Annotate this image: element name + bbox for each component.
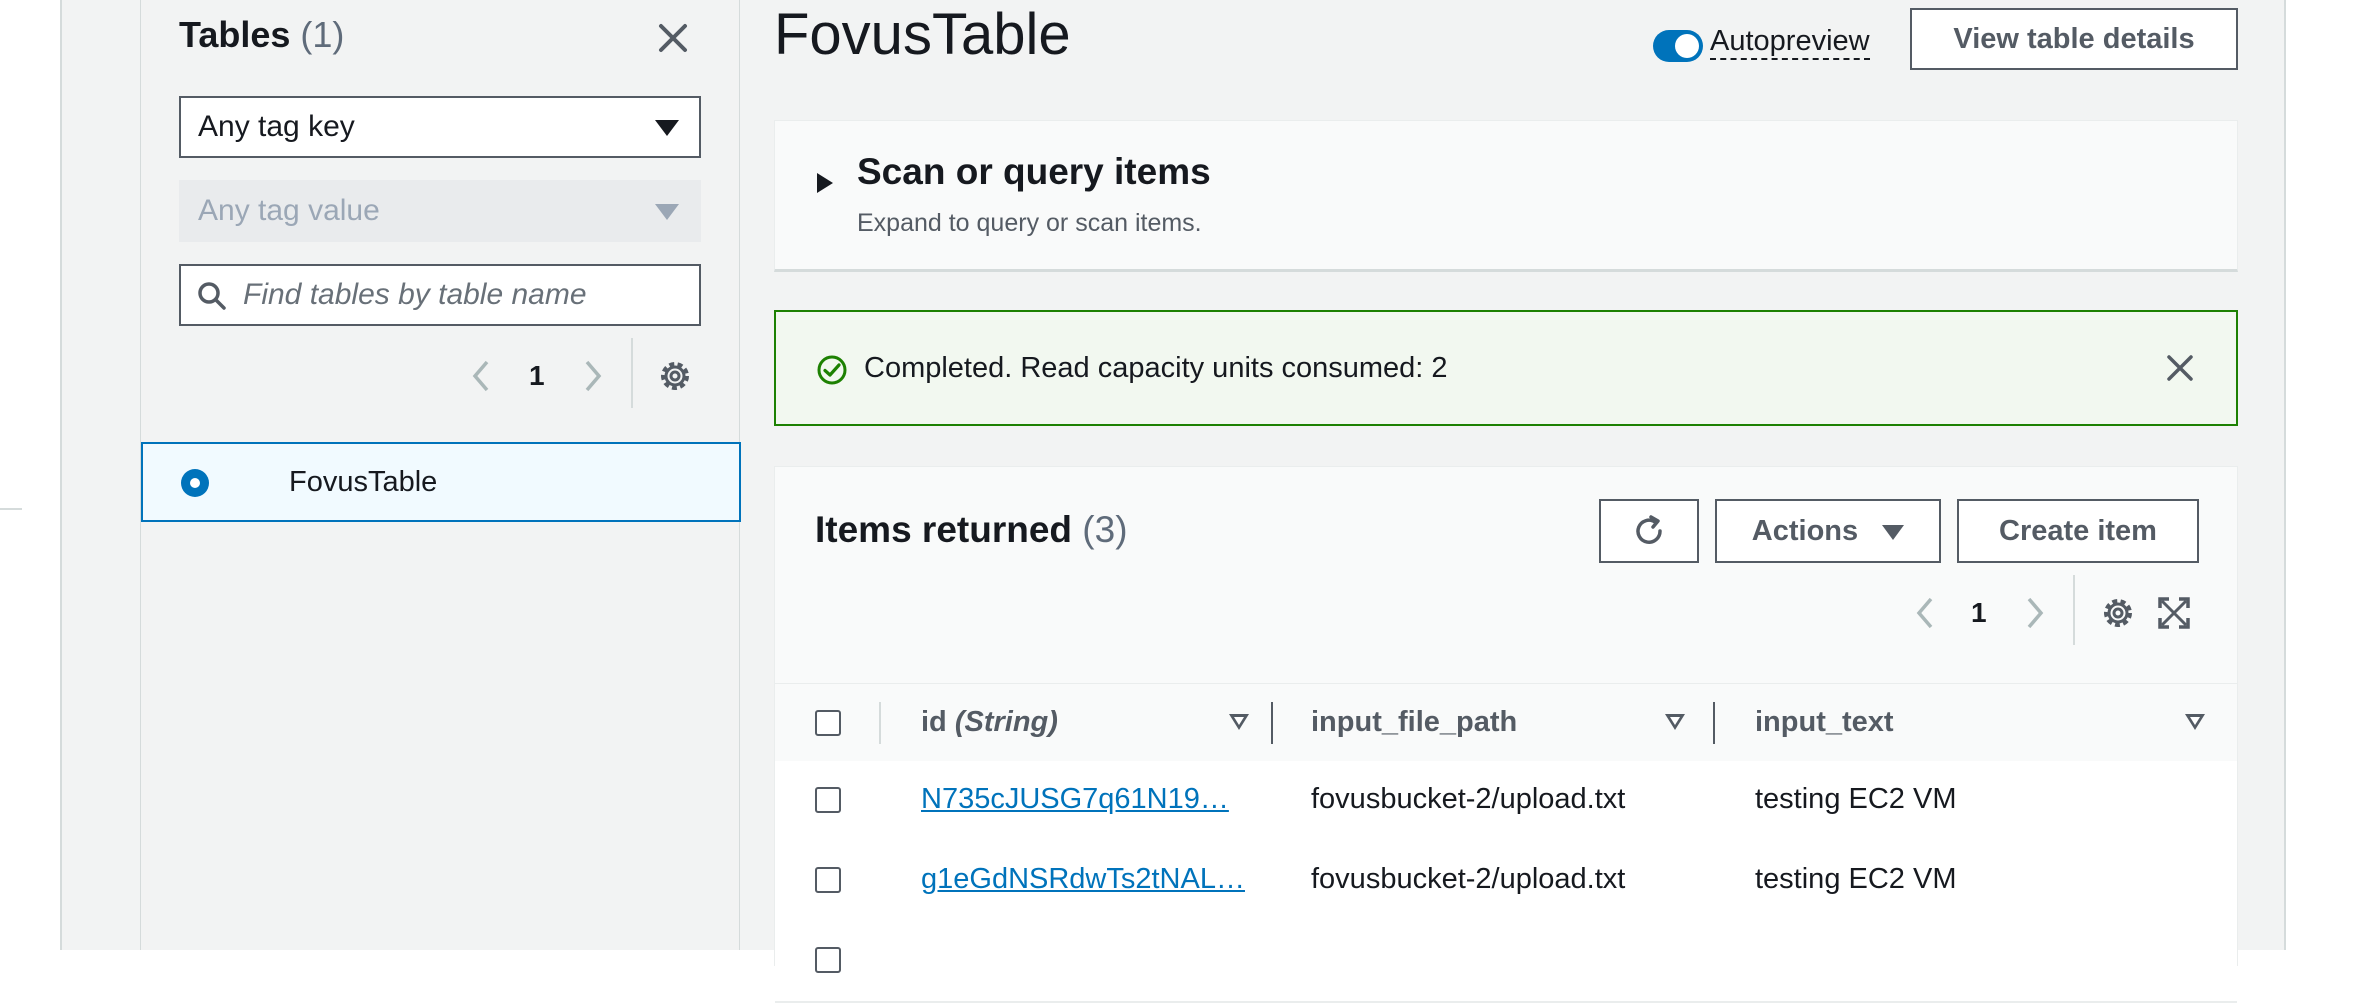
column-divider [879,702,881,744]
actions-label: Actions [1751,515,1859,547]
tag-value-value: Any tag value [198,194,380,227]
sort-icon[interactable] [2185,714,2205,730]
item-id-link[interactable]: g1eGdNSRdwTs2tNAL… [921,863,1245,896]
success-alert: Completed. Read capacity units consumed:… [774,310,2238,426]
sort-icon[interactable] [1665,714,1685,730]
row-checkbox[interactable] [815,787,841,813]
edge-tick [0,508,22,510]
input-text-cell: testing EC2 VM [1755,783,1957,815]
chevron-left-icon [1916,597,1933,629]
scan-description: Expand to query or scan items. [857,209,1202,237]
panel-title: Tables (1) [179,14,344,56]
column-divider[interactable] [1713,702,1715,744]
sort-icon[interactable] [1229,714,1249,730]
column-header-input-text[interactable]: input_text [1755,706,1894,739]
table-count: (1) [300,14,345,55]
table-row[interactable] [775,921,2237,1003]
column-name: id [921,706,947,738]
table-header: id (String) input_file_path input_text [775,683,2237,764]
caret-down-icon [1882,524,1905,540]
create-item-button[interactable]: Create item [1957,499,2199,563]
items-page-number[interactable]: 1 [1971,597,1987,629]
radio-selected[interactable] [181,469,209,497]
items-returned-panel: Items returned (3) Actions Create item 1… [774,466,2238,1003]
gear-icon[interactable] [656,357,694,395]
fullscreen-icon[interactable] [2155,594,2193,632]
caret-down-icon [655,204,679,220]
select-all-checkbox[interactable] [815,710,841,736]
items-title: Items returned (3) [815,509,1128,551]
panel-title-text: Tables [179,14,291,55]
column-type: (String) [954,706,1058,738]
gear-icon[interactable] [2099,594,2137,632]
chevron-right-icon [585,360,602,392]
column-header-input-file-path[interactable]: input_file_path [1311,706,1517,739]
actions-button[interactable]: Actions [1715,499,1941,563]
table-list-item[interactable]: FovusTable [141,442,741,522]
tag-key-value: Any tag key [198,110,355,143]
row-checkbox[interactable] [815,867,841,893]
column-divider[interactable] [1271,702,1273,744]
items-count: (3) [1082,509,1128,550]
row-checkbox[interactable] [815,947,841,973]
table-row[interactable]: g1eGdNSRdwTs2tNAL… fovusbucket-2/upload.… [775,841,2237,923]
input-file-path-cell: fovusbucket-2/upload.txt [1311,863,1626,895]
caret-right-icon [817,173,833,193]
refresh-button[interactable] [1599,499,1699,563]
chevron-left-icon [472,360,489,392]
caret-down-icon [655,120,679,136]
page-number[interactable]: 1 [529,360,545,392]
input-text-cell: testing EC2 VM [1755,863,1957,895]
table-row[interactable]: N735cJUSG7q61N19… fovusbucket-2/upload.t… [775,761,2237,843]
item-id-link[interactable]: N735cJUSG7q61N19… [921,783,1229,816]
tag-value-select: Any tag value [179,180,701,242]
autopreview-label[interactable]: Autopreview [1710,24,1870,60]
scan-title: Scan or query items [857,151,1211,192]
check-circle-icon [817,355,847,385]
table-search [179,264,701,326]
close-icon[interactable] [2164,352,2196,384]
tag-key-select[interactable]: Any tag key [179,96,701,158]
tables-panel: Tables (1) Any tag key Any tag value 1 F… [140,0,741,950]
divider [631,338,633,408]
page-title: FovusTable [774,2,1071,67]
view-table-details-button[interactable]: View table details [1910,8,2238,70]
close-icon[interactable] [653,18,693,58]
autopreview-toggle[interactable] [1653,30,1703,62]
input-file-path-cell: fovusbucket-2/upload.txt [1311,783,1626,815]
divider [2073,575,2075,645]
search-icon [198,282,226,310]
chevron-right-icon [2027,597,2044,629]
alert-message: Completed. Read capacity units consumed:… [864,352,1448,384]
scan-query-section[interactable]: Scan or query items Expand to query or s… [774,120,2238,272]
table-name: FovusTable [289,466,438,498]
column-header-id[interactable]: id (String) [921,706,1058,739]
refresh-icon [1636,515,1662,544]
search-input[interactable] [243,266,683,324]
items-title-text: Items returned [815,509,1073,550]
